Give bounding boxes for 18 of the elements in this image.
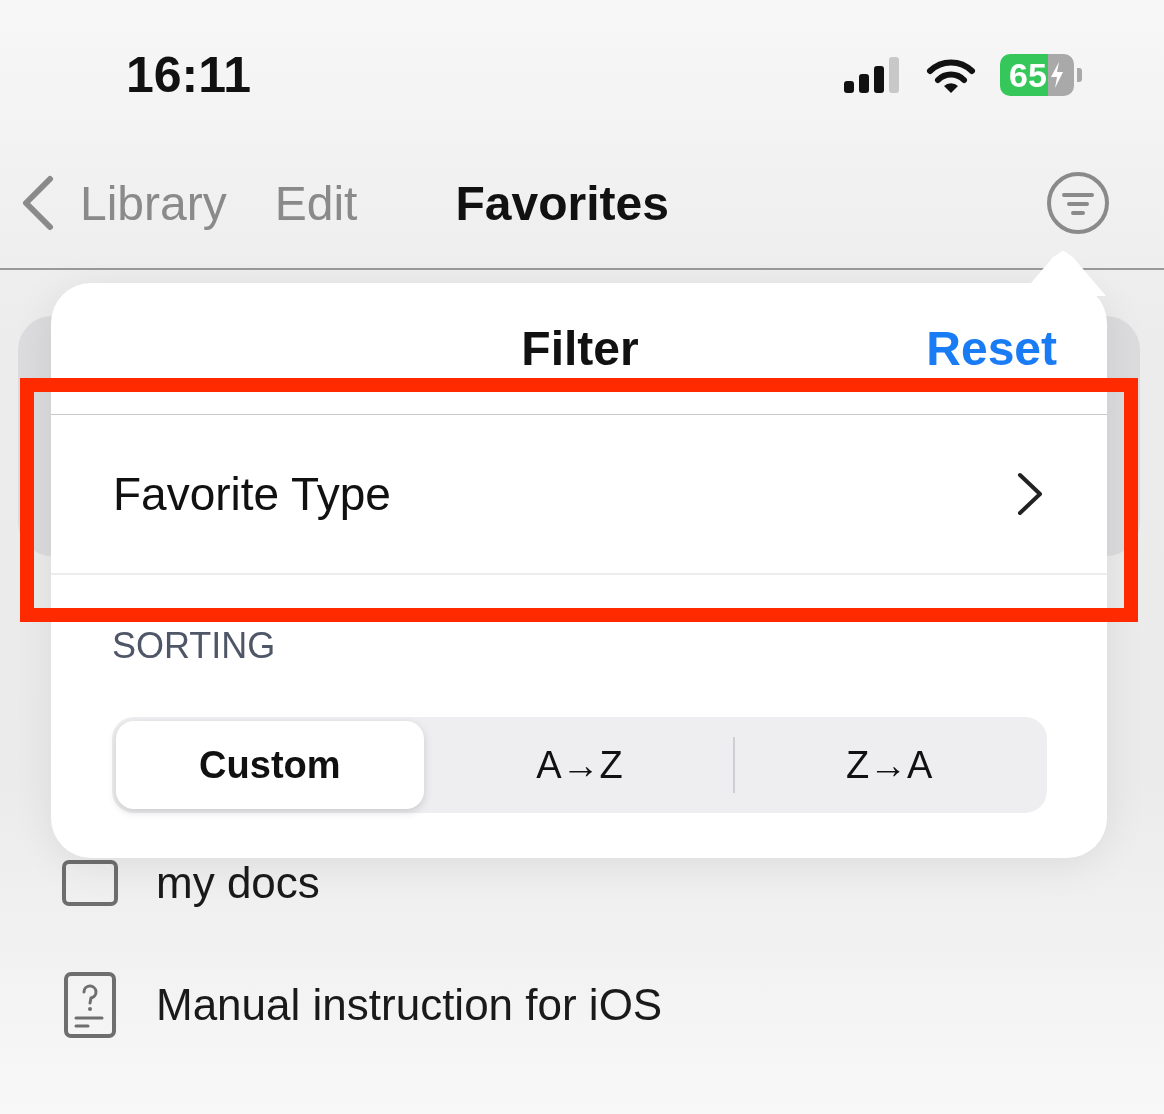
chevron-right-icon [1015,471,1045,517]
sort-option[interactable]: Z→A [735,721,1043,809]
filter-row-label: Favorite Type [113,467,391,521]
help-document-icon [62,972,118,1038]
section-header: SORTING [111,624,277,667]
chevron-left-icon [20,175,54,231]
popover-title: Filter [521,321,639,376]
status-time: 16:11 [126,46,252,104]
folder-icon [62,860,118,906]
sort-option[interactable]: Custom [116,721,424,809]
filter-button[interactable] [1046,171,1110,235]
reset-button[interactable]: Reset [926,321,1057,376]
page-title: Favorites [455,175,669,231]
cellular-signal-icon [844,55,902,95]
list-item-label[interactable]: my docs [156,858,320,908]
sort-option[interactable]: A→Z [425,721,734,809]
list-item-label[interactable]: Manual instruction for iOS [156,980,663,1030]
filter-row[interactable]: Favorite Type [51,415,1107,575]
